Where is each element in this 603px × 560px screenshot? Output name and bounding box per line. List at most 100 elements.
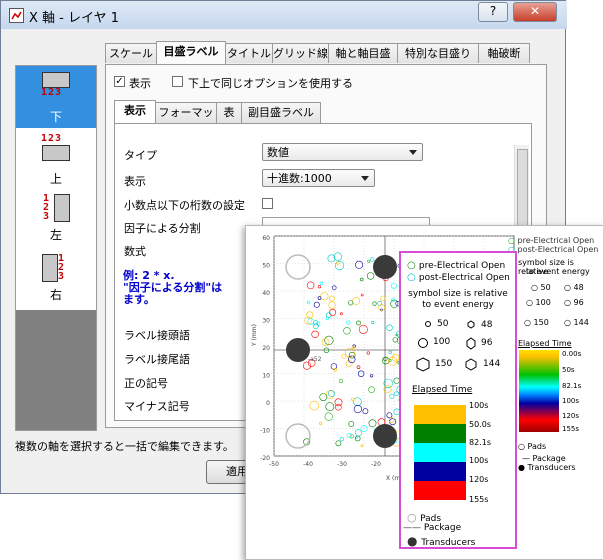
display-select[interactable]: 十進数:1000 [262, 169, 375, 187]
color-swatch-3 [414, 443, 466, 462]
scatter-point [328, 390, 335, 397]
tab-axis-break[interactable]: 軸破断 [478, 43, 530, 63]
plot-annotation: -a52 [308, 356, 322, 363]
close-button[interactable]: ✕ [513, 2, 557, 22]
show-checkbox[interactable]: ✓ [114, 76, 125, 87]
scatter-point [306, 281, 315, 290]
scatter-point [338, 378, 343, 383]
same-options-checkbox[interactable] [172, 76, 183, 87]
plot-preview-overlay: -a52 Y (mm) X (mm) 60 50 40 30 20 10 0 -10 -20 -… [245, 225, 603, 560]
decimal-places-label: 小数点以下の桁数の設定 [124, 199, 245, 212]
scatter-point [347, 300, 354, 306]
time-label: 82.1s [469, 438, 491, 447]
sidebar-item-right[interactable]: 1 2 3 右 [16, 250, 96, 312]
tab-axis-ticks[interactable]: 軸と軸目盛 [328, 43, 398, 63]
scatter-point [335, 440, 342, 447]
scatter-point [334, 260, 345, 271]
scatter-point [366, 272, 375, 280]
legend-pre-electrical: ○ pre-Electrical Open [407, 260, 506, 271]
tab-title[interactable]: タイトル [225, 43, 273, 63]
axis-numbers: 1 2 3 [58, 253, 65, 282]
help-button[interactable]: ? [478, 2, 508, 22]
scatter-point [389, 418, 397, 426]
highlighted-legend[interactable]: ○ pre-Electrical Open ○ post-Electrical … [399, 251, 517, 549]
scatter-point [313, 320, 319, 326]
transducer [286, 338, 310, 362]
sidebar-item-label: 左 [49, 228, 62, 242]
title-bar[interactable]: X 軸 - レイヤ 1 ? ✕ [1, 1, 567, 29]
sidebar-item-top[interactable]: 123 上 [16, 130, 96, 192]
scatter-point [325, 402, 335, 412]
time-label: 120s [469, 475, 489, 484]
tab-tick-labels[interactable]: 目盛ラベル [156, 41, 226, 65]
y-tick-label: 40 [262, 290, 270, 297]
scatter-point [353, 404, 362, 414]
y-axis-label: Y (mm) [251, 324, 258, 347]
y-tick-label: 20 [262, 345, 270, 352]
subtab-format[interactable]: フォーマット [155, 102, 217, 139]
scatter-point [380, 295, 386, 302]
footer-hint: 複数の軸を選択すると一括で編集できます。 [15, 440, 234, 453]
tab-grid-lines[interactable]: グリッド線 [272, 43, 329, 63]
chevron-down-icon [409, 150, 417, 155]
scatter-point [369, 257, 375, 262]
sidebar-item-bottom[interactable]: 123 下 [16, 66, 96, 128]
scatter-point [327, 254, 336, 263]
x-tick-label: -30 [337, 461, 347, 468]
time-label: 50.0s [469, 420, 491, 429]
scatter-point [336, 261, 340, 265]
tab-scale[interactable]: スケール [105, 43, 157, 63]
decimal-places-checkbox[interactable] [262, 198, 273, 209]
scatter-point [353, 397, 362, 406]
bg-color-ramp [519, 350, 559, 432]
y-tick-label: -10 [260, 428, 270, 435]
elapsed-time-title: Elapsed Time [412, 385, 473, 395]
scatter-point [391, 297, 396, 302]
sidebar-item-label: 右 [49, 288, 62, 302]
y-tick-labels: 6050403020100-10-20 [260, 235, 270, 462]
subtab-table[interactable]: 表 [216, 102, 242, 123]
scatter-point [343, 327, 351, 335]
size-label: 144 [483, 359, 501, 369]
scatter-point [328, 301, 336, 309]
x-tick-label: -20 [371, 461, 381, 468]
type-select[interactable]: 数値 [262, 143, 423, 161]
size-note: symbol size is relative [408, 289, 508, 299]
scatter-point [358, 324, 368, 334]
sidebar-item-left[interactable]: 1 2 3 左 [16, 190, 96, 252]
suffix-label: ラベル接尾語 [124, 353, 190, 366]
tab-special-ticks[interactable]: 特別な目盛り [397, 43, 479, 63]
top-axis-icon [42, 145, 70, 161]
scatter-point [325, 390, 335, 399]
scatter-point [372, 301, 377, 306]
subtab-minor-tick-labels[interactable]: 副目盛ラベル [241, 102, 321, 123]
bg-size: ○ 96 [564, 298, 584, 307]
scatter-point [354, 429, 362, 437]
scatter-point [389, 393, 395, 399]
scatter-point [392, 337, 398, 343]
subtab-display[interactable]: 表示 [114, 100, 156, 124]
divide-by-factor-label: 因子による分割 [124, 222, 201, 235]
scatter-point [388, 350, 392, 354]
type-select-value: 数値 [267, 146, 289, 159]
axis-numbers: 123 [41, 87, 63, 98]
bg-size: ○ 50 [531, 283, 551, 292]
time-label: 100s [469, 456, 489, 465]
scatter-point [319, 421, 323, 425]
bg-legend-pre: ○ pre-Electrical Open [508, 236, 595, 245]
y-tick-label: 60 [262, 235, 270, 242]
scatter-point [320, 292, 329, 301]
scatter-point [368, 386, 375, 393]
size-note: to event energy [422, 300, 494, 310]
x-tick-label: -50 [269, 461, 279, 468]
scatter-point [346, 320, 351, 325]
scatter-point [324, 412, 333, 421]
y-tick-label: 50 [262, 263, 270, 270]
scatter-point [348, 421, 355, 427]
plus-sign-label: 正の記号 [124, 377, 168, 390]
minus-sign-label: マイナス記号 [124, 400, 190, 413]
formula-label: 数式 [124, 245, 146, 258]
transducer [373, 424, 397, 448]
size-label: 48 [481, 320, 493, 330]
bg-ramp-label: 50s [562, 366, 575, 374]
